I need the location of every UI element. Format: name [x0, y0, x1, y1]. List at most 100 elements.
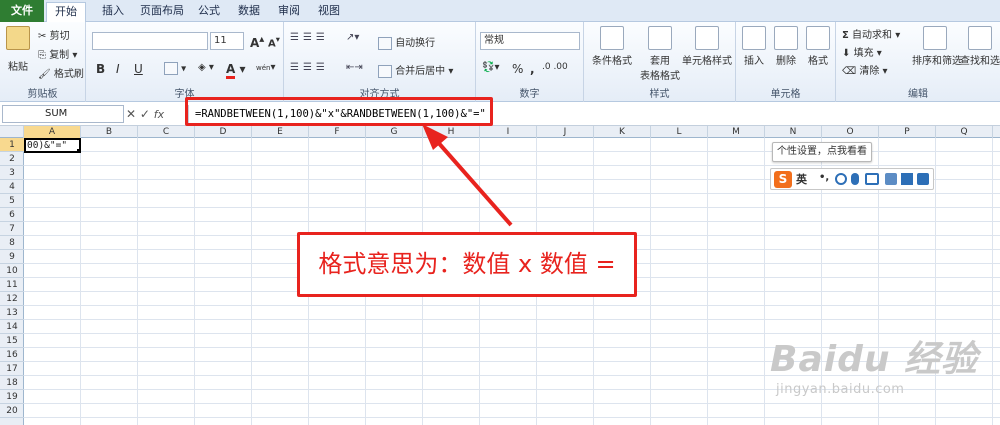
ime-tooltip[interactable]: 个性设置，点我看看 [772, 142, 872, 162]
toolbox-icon[interactable] [917, 173, 929, 185]
delete-cells-button[interactable]: 删除 [772, 26, 800, 67]
column-header-q[interactable]: Q [936, 126, 993, 138]
tab-formulas[interactable]: 公式 [192, 2, 226, 22]
column-header-b[interactable]: B [81, 126, 138, 138]
format-painter-button[interactable]: 🖌 格式刷 [38, 65, 84, 80]
row-header-3[interactable]: 3 [0, 166, 24, 180]
fill-handle[interactable] [77, 149, 79, 151]
tab-view[interactable]: 视图 [312, 2, 346, 22]
underline-button[interactable]: U [134, 62, 143, 76]
row-header-17[interactable]: 17 [0, 362, 24, 376]
name-box[interactable]: SUM [2, 105, 124, 123]
cell-a1-active[interactable]: 00)&"=" [24, 138, 81, 153]
fill-color-button[interactable]: ◈ ▾ [198, 62, 214, 73]
row-header-18[interactable]: 18 [0, 376, 24, 390]
clear-button[interactable]: ⌫ 清除 ▾ [842, 62, 888, 77]
insert-cells-button[interactable]: 插入 [740, 26, 768, 67]
column-header-i[interactable]: I [480, 126, 537, 138]
keyboard-icon[interactable] [865, 173, 879, 185]
row-header-9[interactable]: 9 [0, 250, 24, 264]
punctuation-icon[interactable]: •, [819, 173, 831, 185]
row-header-12[interactable]: 12 [0, 292, 24, 306]
tab-file[interactable]: 文件 [0, 0, 44, 22]
font-name-combo[interactable] [92, 32, 208, 50]
column-header-p[interactable]: P [879, 126, 936, 138]
skin-icon[interactable] [901, 173, 913, 185]
tab-home[interactable]: 开始 [46, 2, 86, 23]
row-header-16[interactable]: 16 [0, 348, 24, 362]
column-header-o[interactable]: O [822, 126, 879, 138]
copy-button[interactable]: ⎘ 复制 ▾ [38, 46, 77, 61]
row-header-14[interactable]: 14 [0, 320, 24, 334]
enter-icon[interactable]: ✓ [140, 107, 150, 121]
column-header-l[interactable]: L [651, 126, 708, 138]
row-header-15[interactable]: 15 [0, 334, 24, 348]
bold-button[interactable]: B [96, 62, 105, 76]
tab-insert[interactable]: 插入 [96, 2, 130, 22]
grow-font-button[interactable]: A▴ [250, 34, 264, 50]
tab-data[interactable]: 数据 [232, 2, 266, 22]
select-all-corner[interactable] [0, 126, 24, 138]
percent-button[interactable]: % [512, 62, 523, 76]
row-header-11[interactable]: 11 [0, 278, 24, 292]
format-cells-button[interactable]: 格式 [804, 26, 832, 67]
shrink-font-button[interactable]: A▾ [268, 34, 280, 49]
ime-toolbar[interactable]: S 英 •, [770, 168, 934, 190]
align-top-buttons[interactable]: ☰☰☰ [290, 32, 329, 43]
autosum-button[interactable]: Σ 自动求和 ▾ [842, 26, 900, 41]
cell-styles-button[interactable]: 单元格样式 [682, 26, 732, 67]
decimal-buttons[interactable]: .0 .00 [542, 62, 568, 72]
paste-button[interactable]: 粘贴 [6, 26, 30, 73]
italic-button[interactable]: I [116, 62, 120, 76]
format-as-table-button[interactable]: 套用 表格格式 [638, 26, 682, 82]
user-icon[interactable] [885, 173, 897, 185]
indent-buttons[interactable]: ⇤⇥ [346, 62, 363, 73]
currency-button[interactable]: 💱▾ [482, 62, 499, 73]
cancel-icon[interactable]: ✕ [126, 107, 136, 121]
row-header-19[interactable]: 19 [0, 390, 24, 404]
border-button[interactable]: ▾ [164, 62, 186, 75]
row-header-20[interactable]: 20 [0, 404, 24, 418]
row-header-2[interactable]: 2 [0, 152, 24, 166]
column-header-j[interactable]: J [537, 126, 594, 138]
row-header-13[interactable]: 13 [0, 306, 24, 320]
merge-center-button[interactable]: 合并后居中 ▾ [378, 62, 453, 78]
orientation-button[interactable]: ↗▾ [346, 32, 359, 43]
row-header-6[interactable]: 6 [0, 208, 24, 222]
wrap-text-button[interactable]: 自动换行 [378, 34, 435, 50]
row-header-10[interactable]: 10 [0, 264, 24, 278]
column-header-a[interactable]: A [24, 126, 81, 138]
number-format-combo[interactable]: 常规 [480, 32, 580, 50]
tab-review[interactable]: 审阅 [272, 2, 306, 22]
cut-button[interactable]: ✂ 剪切 [38, 27, 70, 42]
column-header-m[interactable]: M [708, 126, 765, 138]
emoji-icon[interactable] [835, 173, 847, 185]
column-header-n[interactable]: N [765, 126, 822, 138]
row-header-4[interactable]: 4 [0, 180, 24, 194]
font-size-combo[interactable]: 11 [210, 32, 244, 50]
row-header-7[interactable]: 7 [0, 222, 24, 236]
find-select-button[interactable]: 查找和选择 [960, 26, 1000, 67]
column-header-h[interactable]: H [423, 126, 480, 138]
column-header-d[interactable]: D [195, 126, 252, 138]
row-header-1[interactable]: 1 [0, 138, 24, 152]
sogou-logo-icon[interactable]: S [774, 171, 792, 188]
column-header-c[interactable]: C [138, 126, 195, 138]
column-header-k[interactable]: K [594, 126, 651, 138]
fill-button[interactable]: ⬇ 填充 ▾ [842, 44, 882, 59]
column-header-g[interactable]: G [366, 126, 423, 138]
row-header-5[interactable]: 5 [0, 194, 24, 208]
ime-mode-toggle[interactable]: 英 [796, 171, 807, 189]
tab-page-layout[interactable]: 页面布局 [134, 2, 190, 22]
column-header-f[interactable]: F [309, 126, 366, 138]
align-left-buttons[interactable]: ☰☰☰ [290, 62, 329, 73]
sort-filter-button[interactable]: 排序和筛选 [912, 26, 962, 67]
microphone-icon[interactable] [851, 173, 859, 185]
column-header-e[interactable]: E [252, 126, 309, 138]
row-header-8[interactable]: 8 [0, 236, 24, 250]
font-color-button[interactable]: A ▾ [226, 62, 246, 79]
phonetic-button[interactable]: wén▾ [256, 62, 276, 73]
insert-function-icon[interactable]: fx [154, 108, 164, 121]
conditional-format-button[interactable]: 条件格式 [590, 26, 634, 67]
comma-button[interactable]: , [530, 62, 535, 76]
